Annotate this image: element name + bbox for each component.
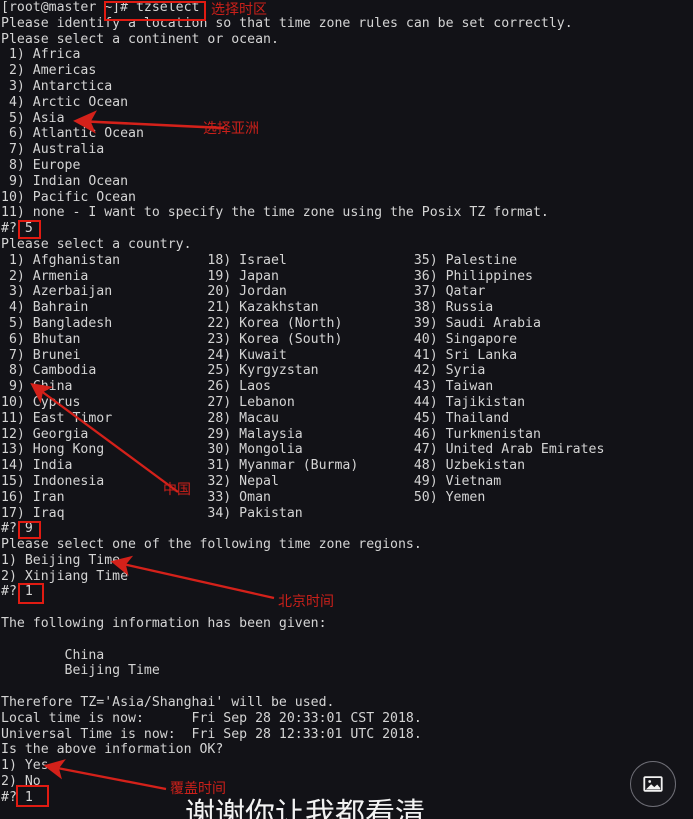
terminal-line: Beijing Time (1, 663, 160, 679)
terminal-line: 1) Yes (1, 758, 49, 774)
terminal-line: 8) Europe (1, 157, 81, 173)
terminal-line: 14) India 31) Myanmar (Burma) 48) Uzbeki… (1, 458, 526, 474)
terminal-line: Please select a country. (1, 236, 192, 252)
terminal-line: 2) Xinjiang Time (1, 568, 129, 584)
terminal-screenshot: [root@master ~]# tzselect Please identify… (0, 0, 693, 819)
terminal-line: The following information has been given… (1, 616, 327, 632)
terminal-line: 16) Iran 33) Oman 50) Yemen (1, 489, 486, 505)
terminal-line: Local time is now: Fri Sep 28 20:33:01 C… (1, 710, 422, 726)
terminal-line: #? 5 (1, 221, 33, 237)
terminal-line: #? 1 (1, 584, 33, 600)
terminal-line: 5) Asia (1, 110, 65, 126)
terminal-line: 7) Australia (1, 142, 105, 158)
terminal-line: Universal Time is now: Fri Sep 28 12:33:… (1, 726, 422, 742)
terminal-line: 17) Iraq 34) Pakistan (1, 505, 303, 521)
image-icon (642, 773, 664, 795)
terminal-line: 11) none - I want to specify the time zo… (1, 205, 549, 221)
terminal-line: 2) Armenia 19) Japan 36) Philippines (1, 268, 533, 284)
terminal-output[interactable]: [root@master ~]# tzselect Please identify… (0, 0, 693, 819)
terminal-line: 13) Hong Kong 30) Mongolia 47) United Ar… (1, 442, 605, 458)
terminal-line: 1) Africa (1, 47, 81, 63)
terminal-line: Please identify a location so that time … (1, 15, 573, 31)
terminal-line: 1) Afghanistan 18) Israel 35) Palestine (1, 252, 518, 268)
terminal-line: 8) Cambodia 25) Kyrgyzstan 42) Syria (1, 363, 486, 379)
terminal-line: 11) East Timor 28) Macau 45) Thailand (1, 410, 510, 426)
terminal-line: 12) Georgia 29) Malaysia 46) Turkmenista… (1, 426, 541, 442)
terminal-line: #? 9 (1, 521, 33, 537)
terminal-line: China (1, 647, 105, 663)
terminal-line: Please select a continent or ocean. (1, 31, 279, 47)
terminal-line: Therefore TZ='Asia/Shanghai' will be use… (1, 695, 335, 711)
terminal-line: 7) Brunei 24) Kuwait 41) Sri Lanka (1, 347, 518, 363)
terminal-line: 5) Bangladesh 22) Korea (North) 39) Saud… (1, 315, 541, 331)
terminal-line: Is the above information OK? (1, 742, 224, 758)
terminal-line: 6) Bhutan 23) Korea (South) 40) Singapor… (1, 331, 518, 347)
terminal-line: 3) Antarctica (1, 78, 113, 94)
terminal-line: 4) Bahrain 21) Kazakhstan 38) Russia (1, 300, 494, 316)
terminal-line: [root@master ~]# tzselect (1, 0, 200, 15)
terminal-line: 15) Indonesia 32) Nepal 49) Vietnam (1, 473, 502, 489)
terminal-line: Please select one of the following time … (1, 537, 422, 553)
terminal-line: 9) China 26) Laos 43) Taiwan (1, 379, 494, 395)
terminal-line: 3) Azerbaijan 20) Jordan 37) Qatar (1, 284, 486, 300)
terminal-line: 10) Cyprus 27) Lebanon 44) Tajikistan (1, 394, 526, 410)
terminal-line: 4) Arctic Ocean (1, 94, 129, 110)
terminal-line: #? 1 (1, 789, 33, 805)
terminal-line: 10) Pacific Ocean (1, 189, 136, 205)
terminal-line: 2) No (1, 774, 41, 790)
terminal-line: 6) Atlantic Ocean (1, 126, 144, 142)
terminal-line: 1) Beijing Time (1, 552, 121, 568)
terminal-line: 2) Americas (1, 63, 97, 79)
terminal-line: 9) Indian Ocean (1, 173, 129, 189)
image-icon-button[interactable] (630, 761, 676, 807)
